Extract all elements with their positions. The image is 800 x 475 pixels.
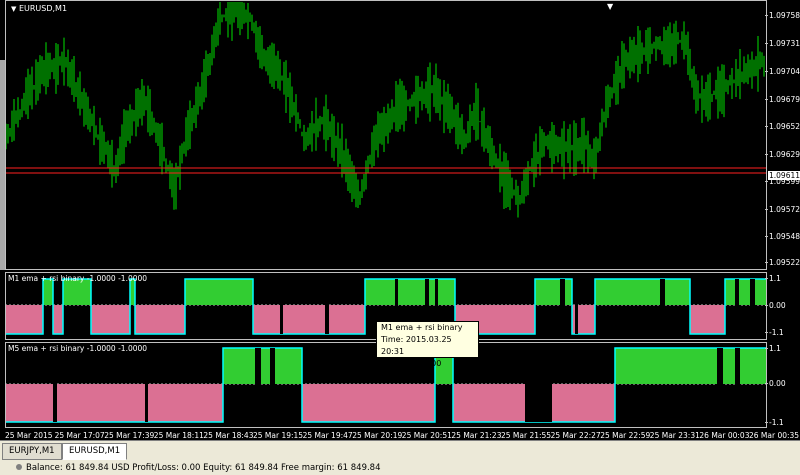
tooltip-line-title: M1 ema + rsi binary (381, 323, 463, 332)
up-bar (535, 279, 572, 305)
balance-icon (16, 464, 22, 470)
time-axis-label: 25 Mar 20:51 (401, 431, 452, 440)
price-tick-label: 1.09572 (764, 205, 800, 214)
time-axis-label: 25 Mar 23:31 (649, 431, 700, 440)
time-axis-label: 25 Mar 19:15 (253, 431, 304, 440)
time-axis-label: 25 Mar 18:11 (153, 431, 204, 440)
down-bar (57, 384, 90, 422)
down-bar (135, 305, 145, 334)
up-bar (725, 279, 767, 305)
m1-scale-top: 1.1 (765, 274, 781, 283)
gap-mark (735, 279, 739, 334)
gap-mark (280, 279, 283, 334)
time-axis-label: 25 Mar 21:55 (501, 431, 552, 440)
gap-mark (750, 279, 755, 334)
down-bar (5, 305, 43, 334)
m5-scale-bottom: -1.1 (765, 418, 784, 427)
status-bar: Balance: 61 849.84 USD Profit/Loss: 0.00… (0, 461, 800, 475)
down-bar (145, 305, 185, 334)
m5-scale-top: 1.1 (765, 344, 781, 353)
time-axis-label: 25 Mar 20:19 (352, 431, 403, 440)
chart-menu-icon[interactable]: ▼ (607, 2, 613, 11)
triangle-down-icon[interactable]: ▼ (11, 5, 16, 13)
price-tick-label: 1.09731 (764, 39, 800, 48)
tab-eurjpy[interactable]: EURJPY,M1 (2, 443, 62, 460)
m5-scale-mid: 0.00 (765, 379, 786, 388)
gap-mark (255, 348, 261, 422)
down-bar (690, 305, 725, 334)
time-axis-label: 25 Mar 19:47 (302, 431, 353, 440)
price-tick-label: 1.09758 (764, 11, 800, 20)
down-bar (552, 384, 615, 422)
down-bar (145, 384, 180, 422)
tooltip-line-time: Time: 2015.03.25 20:31 (381, 335, 452, 356)
time-axis-label: 25 Mar 17:39 (104, 431, 155, 440)
gap-mark (735, 348, 740, 422)
status-text: Balance: 61 849.84 USD Profit/Loss: 0.00… (26, 463, 381, 473)
m1-scale-mid: 0.00 (765, 301, 786, 310)
price-tick-label: 1.09522 (764, 258, 800, 267)
up-bar (185, 279, 253, 305)
chart-title: EURUSD,M1 (18, 4, 68, 13)
gap-mark (270, 348, 275, 422)
gap-mark (660, 279, 665, 334)
price-tick-label: 1.09629 (764, 150, 800, 159)
current-price-flag: 1.09611 (768, 171, 800, 180)
down-bar (180, 384, 223, 422)
time-axis-label: 25 Mar 2015 (5, 431, 53, 440)
down-bar (90, 384, 145, 422)
down-bar (258, 305, 365, 334)
down-bar (355, 384, 435, 422)
chart-title-wrap: ▼ EURUSD,M1 (11, 4, 67, 13)
gap-mark (575, 279, 578, 334)
m1-scale-bottom: -1.1 (765, 328, 784, 337)
gap-mark (560, 279, 565, 334)
tooltip-line-value: Value1: 1.0000 (381, 359, 442, 368)
time-axis-label: 26 Mar 00:35 (749, 431, 800, 440)
gap-mark (525, 348, 552, 422)
up-bar (223, 348, 302, 384)
price-chart-svg (5, 2, 767, 218)
up-bar (615, 348, 767, 384)
gap-mark (325, 279, 329, 334)
time-axis-label: 25 Mar 18:43 (203, 431, 254, 440)
chart-tabs-bar: EURJPY,M1 EURUSD,M1 (0, 440, 800, 461)
price-chart-pane[interactable] (5, 0, 767, 270)
down-bar (453, 384, 525, 422)
gap-mark (145, 348, 148, 422)
down-bar (5, 384, 57, 422)
price-tick-label: 1.09548 (764, 232, 800, 241)
down-bar (302, 384, 355, 422)
gap-mark (717, 348, 723, 422)
indicator-m5-title: M5 ema + rsi binary -1.0000 -1.0000 (8, 344, 148, 353)
down-bar (91, 305, 130, 334)
up-bar (365, 279, 455, 305)
down-bar (53, 305, 63, 334)
time-axis-label: 26 Mar 00:03 (699, 431, 750, 440)
time-axis-label: 25 Mar 22:27 (550, 431, 601, 440)
price-tick-label: 1.09652 (764, 122, 800, 131)
data-tooltip: M1 ema + rsi binary Time: 2015.03.25 20:… (376, 321, 479, 368)
gap-mark (53, 348, 57, 422)
tab-eurusd[interactable]: EURUSD,M1 (62, 443, 128, 460)
time-axis-label: 25 Mar 17:07 (54, 431, 105, 440)
up-bar (595, 279, 690, 305)
time-axis-label: 25 Mar 21:23 (451, 431, 502, 440)
indicator-m1-title: M1 ema + rsi binary -1.0000 -1.0000 (8, 274, 148, 283)
price-tick-label: 1.09704 (764, 67, 800, 76)
price-tick-label: 1.09679 (764, 95, 800, 104)
time-axis-label: 25 Mar 22:59 (600, 431, 651, 440)
